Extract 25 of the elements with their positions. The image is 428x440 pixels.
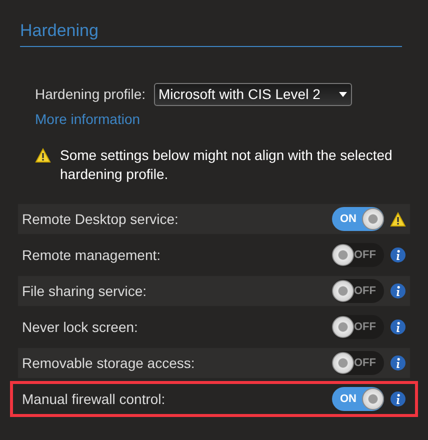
profile-label: Hardening profile: (35, 85, 146, 104)
warning-message: Some settings below might not align with the selected hardening profile. (60, 146, 394, 184)
toggle-switch[interactable]: OFF (332, 243, 384, 267)
setting-label: File sharing service: (22, 282, 148, 301)
toggle-switch[interactable]: OFF (332, 351, 384, 375)
info-icon[interactable] (390, 319, 406, 335)
info-icon[interactable] (390, 247, 406, 263)
caret-icon (338, 92, 347, 97)
setting-label: Manual firewall control: (22, 390, 166, 408)
info-icon[interactable] (390, 355, 406, 371)
setting-label: Removable storage access: (22, 354, 196, 373)
profile-dropdown[interactable]: Microsoft with CIS Level 2 (154, 83, 352, 106)
toggle-switch[interactable]: OFF (332, 315, 384, 339)
info-icon[interactable] (390, 391, 406, 407)
toggle-switch[interactable]: ON (332, 387, 384, 411)
info-icon[interactable] (390, 283, 406, 299)
more-information-link[interactable]: More information (35, 111, 140, 127)
section-title: Hardening (20, 21, 98, 40)
setting-label: Remote management: (22, 246, 162, 265)
setting-label: Never lock screen: (22, 318, 139, 336)
toggle-switch[interactable]: OFF (332, 279, 384, 303)
warning-icon (390, 212, 406, 226)
setting-label: Remote Desktop service: (22, 210, 180, 229)
toggle-switch[interactable]: ON (332, 207, 384, 231)
warning-icon (35, 148, 51, 163)
